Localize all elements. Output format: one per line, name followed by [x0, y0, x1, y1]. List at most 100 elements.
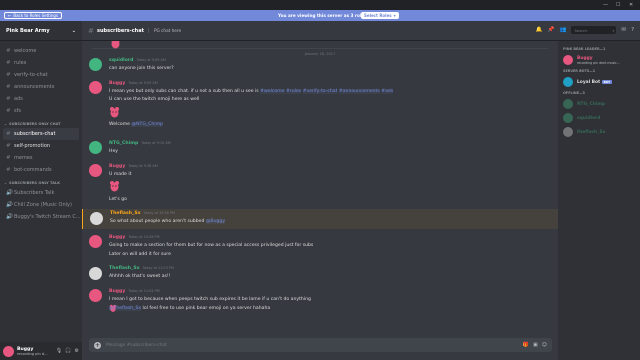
user-mention[interactable]: @NTG_Chimp — [131, 122, 163, 127]
back-to-roles-button[interactable]: ← Back to Roles Settings — [4, 12, 63, 19]
message-author[interactable]: Buggy Today at 9:09 AM — [109, 81, 158, 86]
gift-icon[interactable]: 🎁 — [523, 342, 529, 348]
avatar[interactable] — [89, 81, 102, 94]
channel-bot-commands[interactable]: # bot-commands — [0, 164, 82, 176]
pink-bear-emoji — [110, 181, 119, 192]
upload-plus-icon[interactable]: + — [94, 341, 101, 349]
channel-label: Buggy's Twitch Stream C... — [14, 214, 81, 220]
search-input[interactable]: Search ⌕ — [571, 26, 617, 34]
gear-icon[interactable]: ⚙ — [75, 348, 79, 354]
member-name: squidlord — [577, 115, 601, 121]
arrow-left-icon: ← — [8, 13, 12, 18]
search-placeholder: Search — [574, 27, 588, 33]
member-category-bots: SERVER BOTS—1 — [563, 69, 596, 73]
maximize-icon[interactable]: ☐ — [616, 2, 620, 8]
member-item[interactable]: theflash_Sx — [558, 125, 640, 139]
bell-icon[interactable]: 🔔 — [536, 27, 543, 33]
channel-topic: PG chat here — [148, 28, 181, 33]
date-divider: January 18, 2017 — [92, 48, 548, 56]
channel-self-promotion[interactable]: # self-promotion — [0, 140, 82, 152]
category-subscribers-talk[interactable]: ⌄ SUBSCRIBERS ONLY TALK — [0, 179, 82, 187]
message-text: Welcome @NTG_Chimp — [109, 122, 163, 127]
channel-label: self-promotion — [14, 143, 51, 149]
headphones-icon[interactable]: 🎧 — [65, 348, 71, 354]
gif-icon[interactable]: ▣ — [533, 342, 538, 348]
help-icon[interactable]: ? — [631, 27, 634, 33]
channel-mention[interactable]: #rules — [285, 89, 302, 94]
server-name: Pink Bear Army — [6, 27, 50, 34]
channel-mention[interactable]: #ads — [381, 89, 394, 94]
user-mention[interactable]: @Buggy — [205, 219, 226, 224]
message-input[interactable]: + Message #subscribers-chat 🎁 ▣ ☺ — [89, 338, 552, 352]
avatar[interactable] — [89, 235, 102, 248]
emoji-icon[interactable]: ☺ — [542, 342, 547, 348]
voice-channel-chill-zone[interactable]: 🔊 Chill Zone (Music Only) — [0, 199, 82, 211]
message-text: Hey — [109, 149, 118, 154]
message-author[interactable]: Buggy Today at 9:38 AM — [109, 164, 158, 169]
avatar[interactable] — [90, 212, 103, 225]
avatar[interactable] — [89, 141, 102, 154]
channel-sfs[interactable]: # sfs — [0, 105, 82, 117]
banner-message: You are viewing this server as 3 roles. — [278, 13, 369, 18]
avatar — [563, 99, 573, 109]
channel-mention[interactable]: #announcements — [338, 89, 380, 94]
inbox-icon[interactable]: ✉ — [621, 27, 626, 33]
speaker-icon: 🔊 — [6, 190, 13, 196]
minimize-icon[interactable]: — — [603, 2, 608, 8]
message: Buggy Today at 10:58 PM Going to make a s… — [82, 233, 558, 261]
close-icon[interactable]: ✕ — [629, 2, 633, 8]
channel-verify-to-chat[interactable]: # verify-to-chat — [0, 69, 82, 81]
avatar[interactable] — [89, 267, 102, 280]
channel-label: rules — [14, 60, 27, 66]
message-author[interactable]: NTG_Chimp Today at 9:10 AM — [109, 141, 171, 146]
member-item[interactable]: Buggy recording pin dent music... — [558, 53, 640, 67]
message: Buggy Today at 9:09 AM I mean yes but onl… — [82, 79, 558, 174]
speaker-icon: 🔊 — [6, 214, 13, 220]
message: Buggy Today at 9:38 AM U made it Let's go — [82, 162, 558, 207]
message-text: Later on will add it for sure — [109, 252, 171, 257]
channel-announcements[interactable]: # announcements — [0, 81, 82, 93]
message-timestamp: Today at 10:58 PM — [143, 211, 175, 215]
member-item[interactable]: NTG_Chimp — [558, 97, 640, 111]
hash-icon: # — [6, 108, 11, 114]
message-author[interactable]: Theflash_Sx Today at 10:58 PM — [110, 211, 175, 216]
user-mention[interactable]: @Theflash_Sx — [109, 306, 142, 311]
channel-mention[interactable]: #welcome — [260, 89, 285, 94]
microphone-icon[interactable]: 🎙 — [56, 348, 62, 354]
message-author[interactable]: Buggy Today at 10:58 PM — [109, 235, 160, 240]
hash-icon: # — [6, 60, 11, 66]
hash-icon: # — [6, 131, 11, 137]
message-input-placeholder: Message #subscribers-chat — [106, 342, 167, 348]
avatar — [563, 77, 573, 87]
members-icon[interactable]: 👥 — [560, 27, 567, 33]
channel-sidebar: Pink Bear Army ⌄ # welcome # rules # verify… — [0, 21, 82, 360]
select-roles-button[interactable]: Select Roles ▾ — [361, 12, 399, 19]
message-mentioned: Theflash_Sx Today at 10:58 PM So what abo… — [82, 209, 558, 229]
channel-subscribers-chat[interactable]: # subscribers-chat — [3, 128, 79, 140]
message-author[interactable]: Buggy Today at 11:04 PM — [109, 289, 160, 294]
user-status: recording pin d... — [17, 351, 48, 356]
message-author[interactable]: Theflash_Sx Today at 11:03 PM — [109, 266, 174, 271]
channel-label: subscribers-chat — [14, 131, 56, 137]
message-text: @Theflash_Sx lol feel free to use pink b… — [109, 306, 271, 311]
window-titlebar: — ☐ ✕ — [0, 0, 640, 10]
member-item[interactable]: Loyal Bot BOT — [558, 75, 640, 89]
channel-welcome[interactable]: # welcome — [0, 45, 82, 57]
server-header[interactable]: Pink Bear Army ⌄ — [0, 21, 82, 41]
channel-rules[interactable]: # rules — [0, 57, 82, 69]
message-text: U made it — [109, 172, 132, 177]
channel-label: ads — [14, 96, 23, 102]
channel-ads[interactable]: # ads — [0, 93, 82, 105]
category-subscribers-chat[interactable]: ⌄ SUBSCRIBERS ONLY CHAT — [0, 120, 82, 128]
channel-memes[interactable]: # memes — [0, 152, 82, 164]
pin-icon[interactable]: 📌 — [548, 27, 555, 33]
member-item[interactable]: squidlord — [558, 111, 640, 125]
voice-channel-subscribers-talk[interactable]: 🔊 Subscribers Talk — [0, 187, 82, 199]
avatar[interactable] — [89, 58, 102, 71]
channel-mention[interactable]: #verify-to-chat — [302, 89, 338, 94]
message-author[interactable]: squidlord Today at 9:09 AM — [109, 58, 166, 63]
avatar[interactable] — [89, 164, 102, 177]
avatar[interactable] — [3, 345, 14, 357]
voice-channel-twitch-stream[interactable]: 🔊 Buggy's Twitch Stream C... — [0, 211, 82, 223]
avatar[interactable] — [89, 289, 102, 302]
